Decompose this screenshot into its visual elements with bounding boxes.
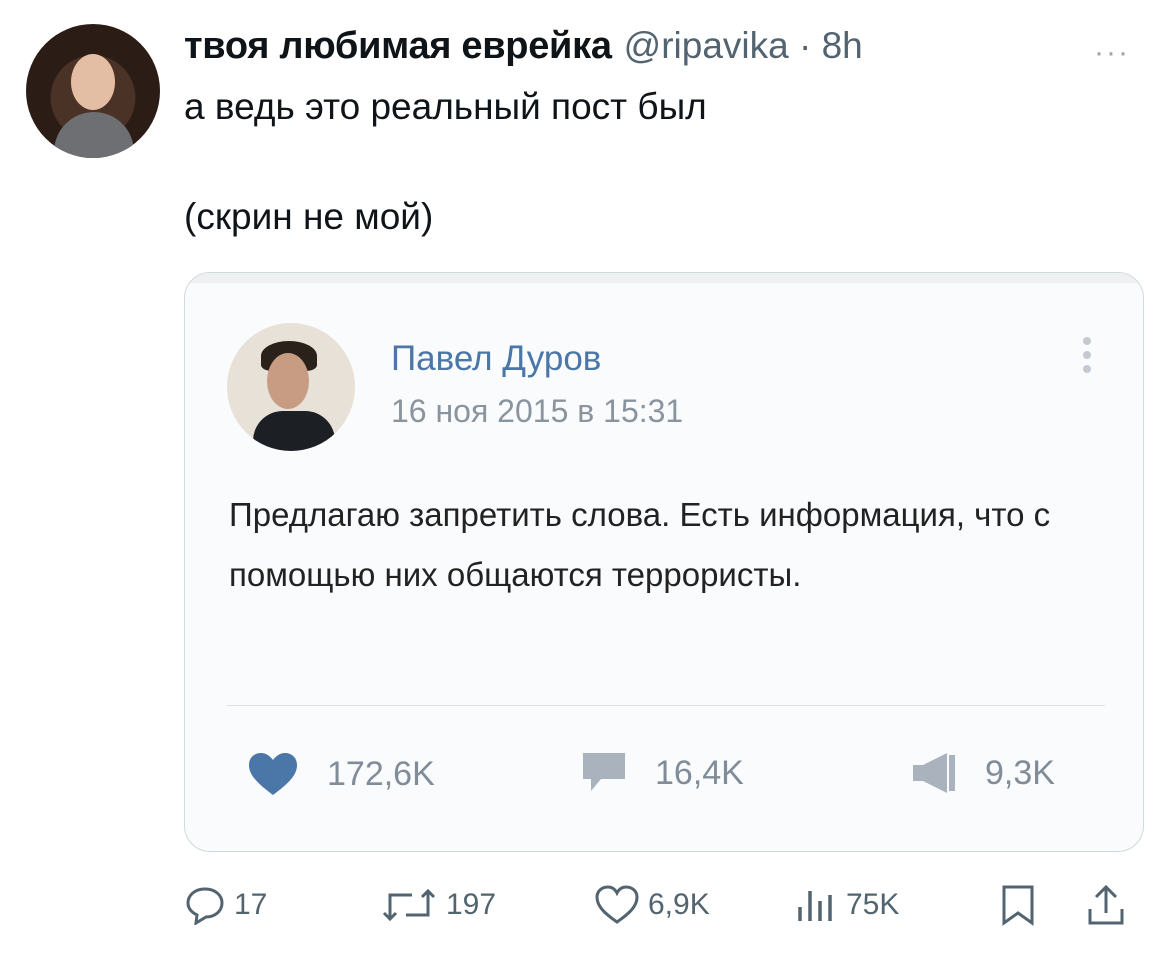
more-options-button[interactable]: ··· <box>1094 36 1130 70</box>
retweet-count: 197 <box>446 888 497 921</box>
tweet-text-line-2: (скрин не мой) <box>184 196 434 237</box>
bookmark-icon <box>1002 885 1034 926</box>
reply-icon <box>186 887 224 925</box>
views-button[interactable]: 75K <box>794 880 899 930</box>
tweet-header: твоя любимая еврейка @ripavika · 8h <box>184 22 863 70</box>
vk-post-date: 16 ноя 2015 в 15:31 <box>391 393 684 429</box>
tweet-actions: 17 197 6,9K 75K <box>184 880 1140 930</box>
vk-likes-count: 172,6K <box>327 754 435 793</box>
author-avatar[interactable] <box>26 24 160 158</box>
vk-more-icon <box>1083 337 1093 379</box>
bookmark-button[interactable] <box>996 880 1048 930</box>
tweet-text-line-1: а ведь это реальный пост был <box>184 86 707 127</box>
retweet-icon <box>382 888 436 922</box>
heart-icon <box>249 753 297 795</box>
comment-icon <box>583 753 625 791</box>
retweet-button[interactable]: 197 <box>380 880 496 930</box>
vk-reposts: 9,3K <box>911 751 1055 795</box>
author-name[interactable]: твоя любимая еврейка <box>184 25 612 68</box>
vk-author-name: Павел Дуров <box>391 339 602 378</box>
vk-likes: 172,6K <box>247 751 435 797</box>
like-icon <box>595 885 639 924</box>
attached-screenshot[interactable]: Павел Дуров 16 ноя 2015 в 15:31 Предлага… <box>184 272 1144 852</box>
vk-divider <box>227 705 1105 706</box>
author-handle-time[interactable]: @ripavika · 8h <box>624 25 863 67</box>
reply-count: 17 <box>234 888 268 921</box>
like-button[interactable]: 6,9K <box>594 880 710 930</box>
vk-post-text: Предлагаю запретить слова. Есть информац… <box>229 496 1051 593</box>
like-count: 6,9K <box>648 888 710 921</box>
reply-button[interactable]: 17 <box>184 880 267 930</box>
vk-comments-count: 16,4K <box>655 753 744 792</box>
views-count: 75K <box>846 888 900 921</box>
vk-comments: 16,4K <box>581 751 744 795</box>
megaphone-icon <box>913 753 955 793</box>
views-icon <box>798 891 832 921</box>
share-icon <box>1088 884 1124 925</box>
vk-reposts-count: 9,3K <box>985 753 1055 792</box>
share-button[interactable] <box>1084 880 1136 930</box>
vk-author-avatar <box>227 323 355 451</box>
